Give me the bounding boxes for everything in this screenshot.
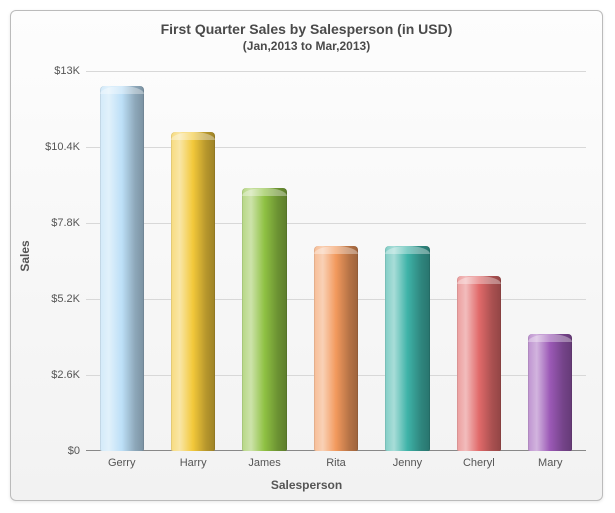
y-tick-label: $2.6K	[51, 369, 80, 381]
x-tick-label: Gerry	[108, 457, 136, 469]
bar-cap	[457, 276, 501, 284]
x-tick-label: Rita	[326, 457, 346, 469]
y-tick-label: $5.2K	[51, 293, 80, 305]
bar-cap	[385, 246, 429, 254]
x-tick-label: James	[248, 457, 280, 469]
chart-frame: First Quarter Sales by Salesperson (in U…	[10, 10, 603, 501]
bar-cap	[100, 86, 144, 94]
bar-cap	[528, 334, 572, 342]
y-tick-label: $10.4K	[45, 141, 80, 153]
grid-line	[86, 71, 586, 72]
bar-cap	[314, 246, 358, 254]
bar	[457, 276, 501, 451]
bar	[242, 188, 286, 451]
bar	[528, 334, 572, 451]
bar	[385, 246, 429, 451]
x-tick-label: Cheryl	[463, 457, 495, 469]
chart-titles: First Quarter Sales by Salesperson (in U…	[11, 11, 602, 53]
bar-cap	[242, 188, 286, 196]
y-tick-label: $7.8K	[51, 217, 80, 229]
x-tick-label: Mary	[538, 457, 562, 469]
chart-title: First Quarter Sales by Salesperson (in U…	[11, 21, 602, 37]
x-tick-label: Harry	[180, 457, 207, 469]
x-tick-label: Jenny	[393, 457, 422, 469]
x-axis-label: Salesperson	[271, 478, 342, 492]
bar	[171, 132, 215, 451]
y-axis-label: Sales	[18, 240, 32, 271]
bar-cap	[171, 132, 215, 140]
chart-subtitle: (Jan,2013 to Mar,2013)	[11, 39, 602, 53]
plot-area: $0$2.6K$5.2K$7.8K$10.4K$13KGerryHarryJam…	[86, 71, 586, 451]
y-tick-label: $13K	[54, 65, 80, 77]
grid-line	[86, 223, 586, 224]
bar	[314, 246, 358, 451]
grid-line	[86, 147, 586, 148]
bar	[100, 86, 144, 451]
y-tick-label: $0	[68, 445, 80, 457]
